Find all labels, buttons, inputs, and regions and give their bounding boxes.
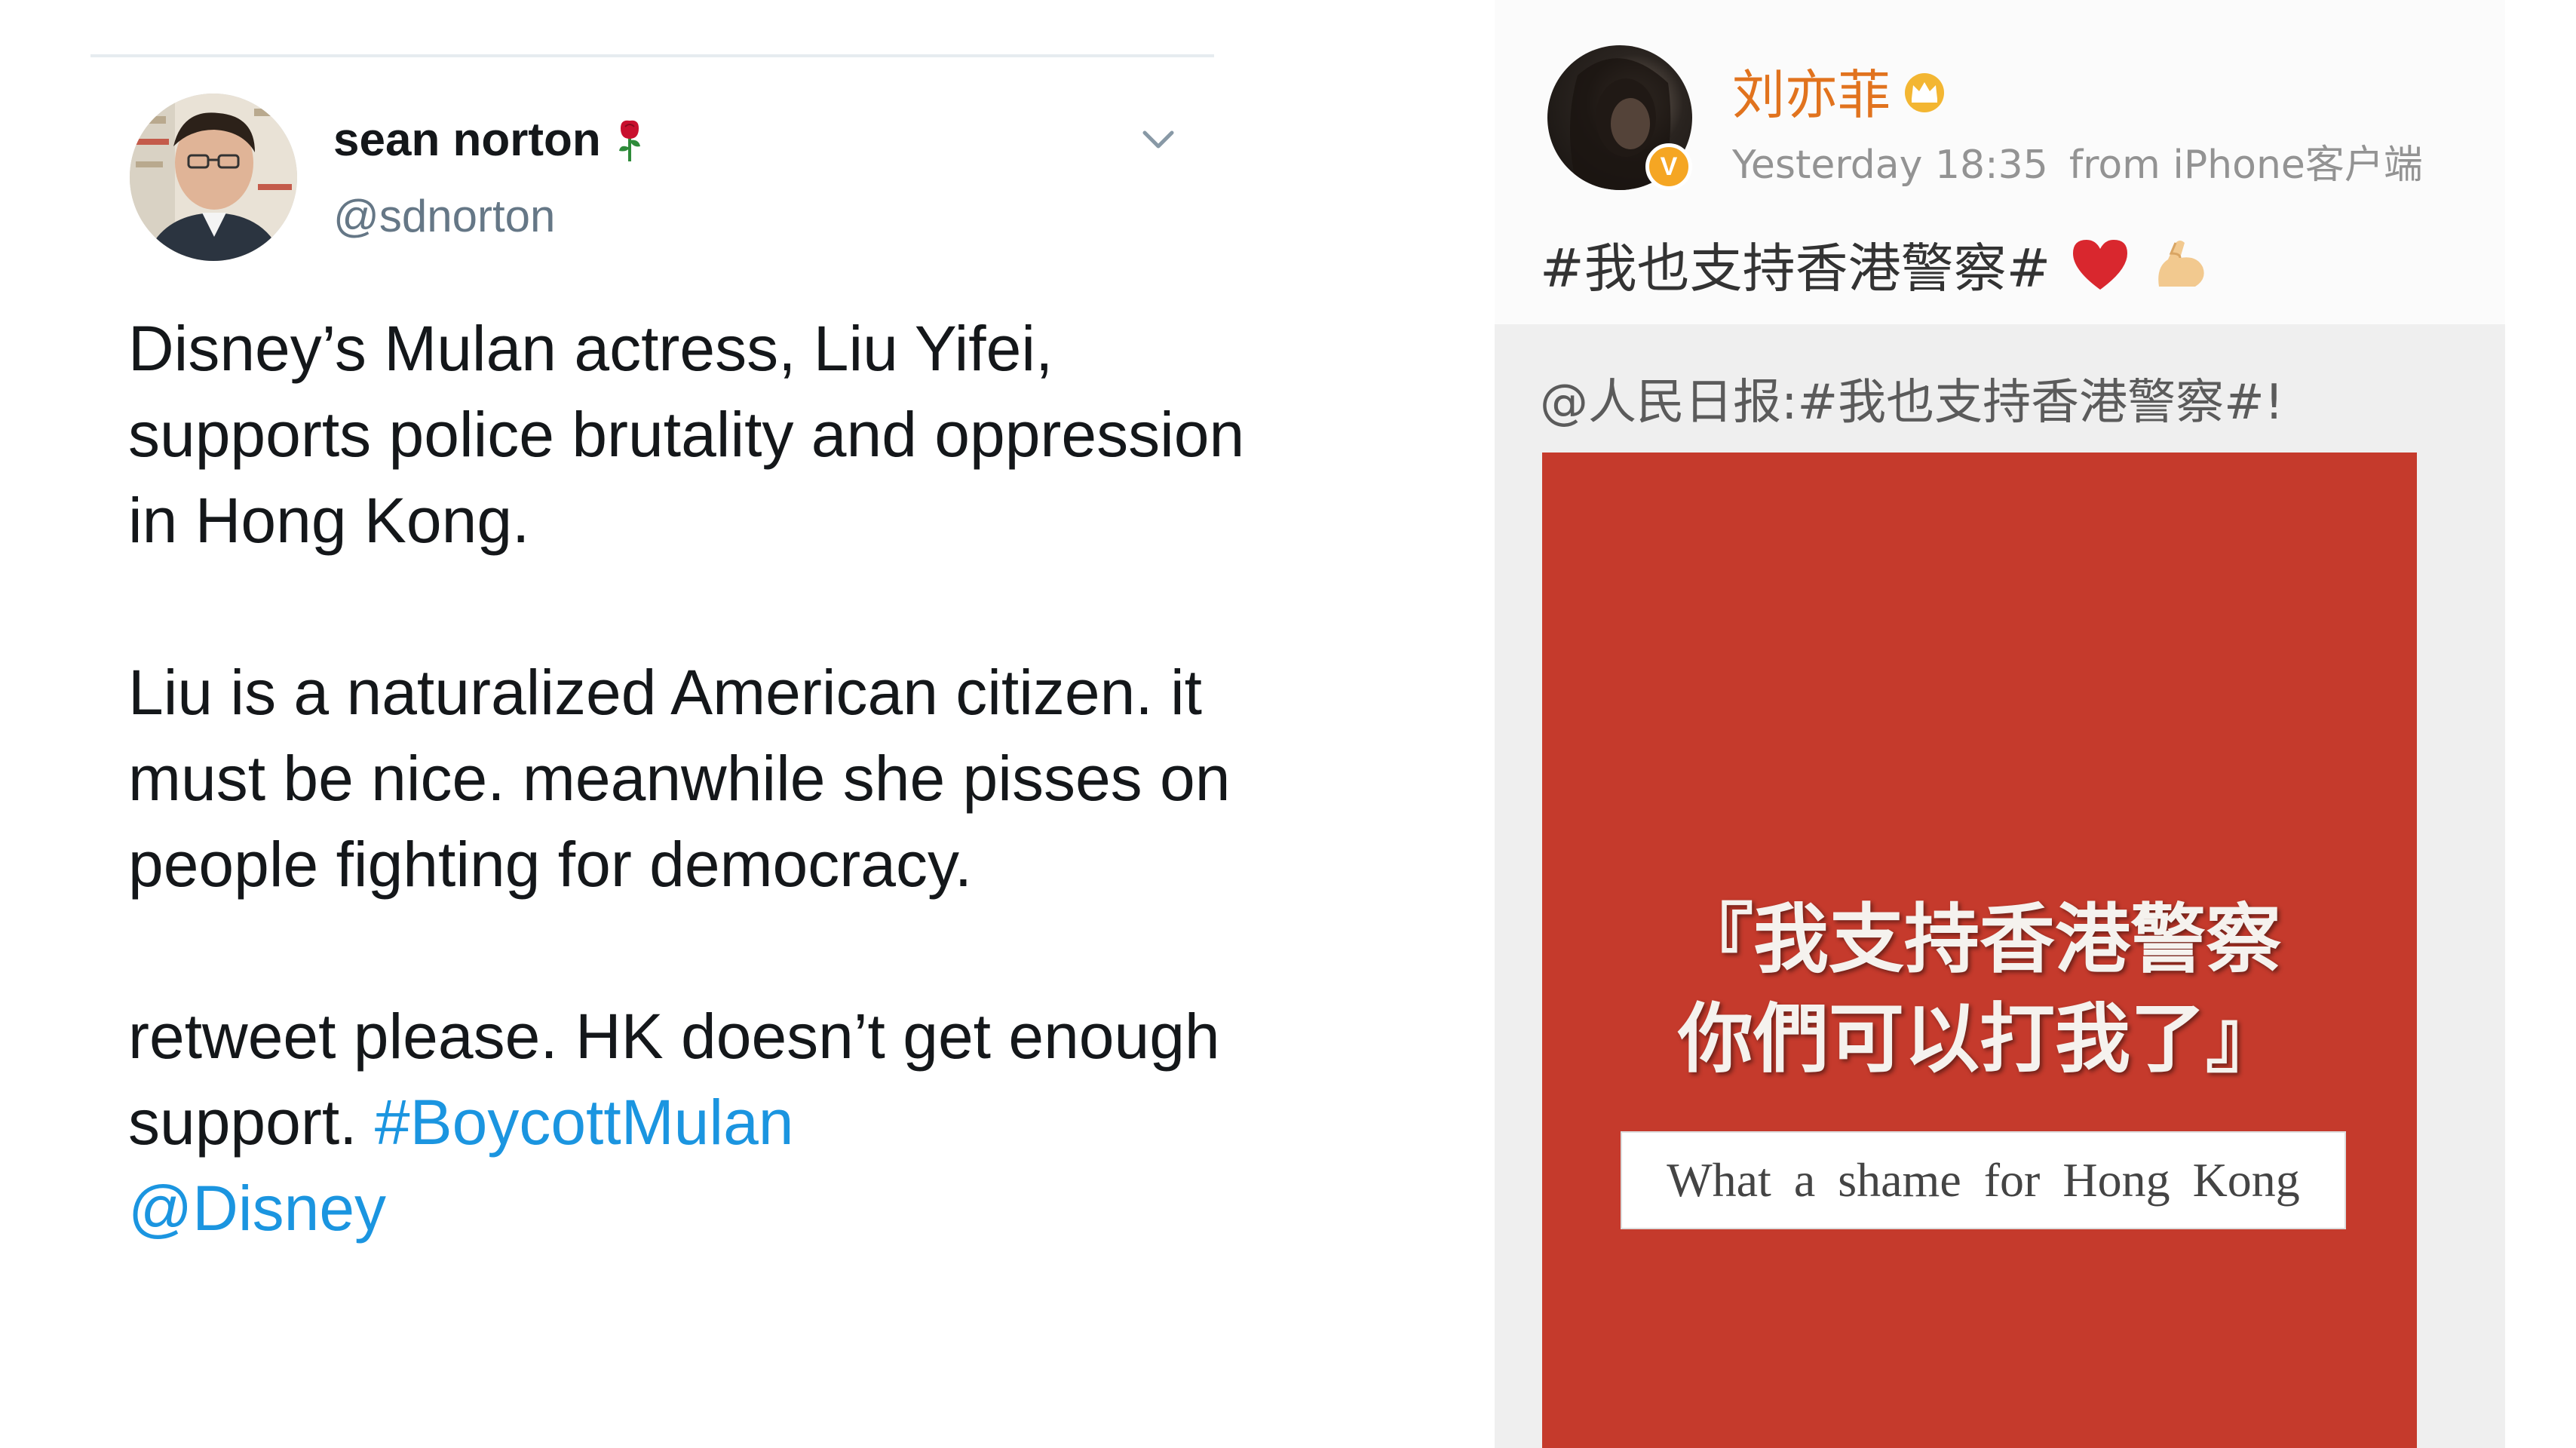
post-text: #我也支持香港警察# — [1540, 226, 2210, 302]
rose-icon — [618, 120, 640, 161]
post-source: from iPhone客户端 — [2068, 143, 2423, 188]
slogan-line-1: 『我支持香港警察 — [1678, 895, 2281, 983]
slogan: 『我支持香港警察 你們可以打我了』 — [1542, 890, 2417, 1089]
post-meta: Yesterday 18:35 from iPhone客户端 — [1732, 133, 2423, 189]
chevron-down-icon[interactable] — [1137, 118, 1179, 160]
crown-icon — [1905, 72, 1944, 112]
display-name[interactable]: sean norton — [333, 113, 645, 167]
repost-block[interactable]: @人民日报:#我也支持香港警察#! 『我支持香港警察 你們可以打我了』 What… — [1495, 324, 2505, 1448]
username[interactable]: 刘亦菲 — [1732, 53, 1949, 129]
post-hashtag[interactable]: #我也支持香港警察# — [1540, 226, 2050, 302]
weibo-post: V 刘亦菲 Yesterday 18:35 from iPhone客户端 #我也支… — [1495, 0, 2505, 1448]
divider — [90, 54, 1214, 57]
image-caption: What a shame for Hong Kong — [1621, 1131, 2346, 1229]
display-name-text[interactable]: sean norton — [333, 113, 601, 167]
tweet-paragraph: retweet please. HK doesn’t get enough su… — [128, 993, 1274, 1251]
repost-image[interactable]: 『我支持香港警察 你們可以打我了』 What a shame for Hong … — [1542, 452, 2417, 1448]
repost-text[interactable]: @人民日报:#我也支持香港警察#! — [1540, 364, 2283, 433]
tweet-paragraph: Disney’s Mulan actress, Liu Yifei, suppo… — [128, 313, 1245, 556]
tweet-text: Disney’s Mulan actress, Liu Yifei, suppo… — [128, 305, 1274, 1251]
flexed-biceps-icon — [2158, 240, 2204, 287]
username-text[interactable]: 刘亦菲 — [1732, 53, 1891, 129]
heart-icon — [2073, 239, 2128, 290]
timestamp: Yesterday 18:35 — [1732, 143, 2048, 188]
verified-badge: V — [1645, 143, 1692, 190]
hashtag-link[interactable]: #BoycottMulan — [375, 1087, 794, 1158]
tweet-card: sean norton @sdnorton Disney’s Mulan act… — [0, 0, 1297, 1448]
avatar[interactable] — [130, 94, 297, 261]
slogan-line-2: 你們可以打我了』 — [1678, 995, 2281, 1083]
user-handle[interactable]: @sdnorton — [333, 190, 555, 242]
tweet-paragraph: Liu is a naturalized American citizen. i… — [128, 657, 1231, 900]
mention-link[interactable]: @Disney — [128, 1173, 386, 1244]
